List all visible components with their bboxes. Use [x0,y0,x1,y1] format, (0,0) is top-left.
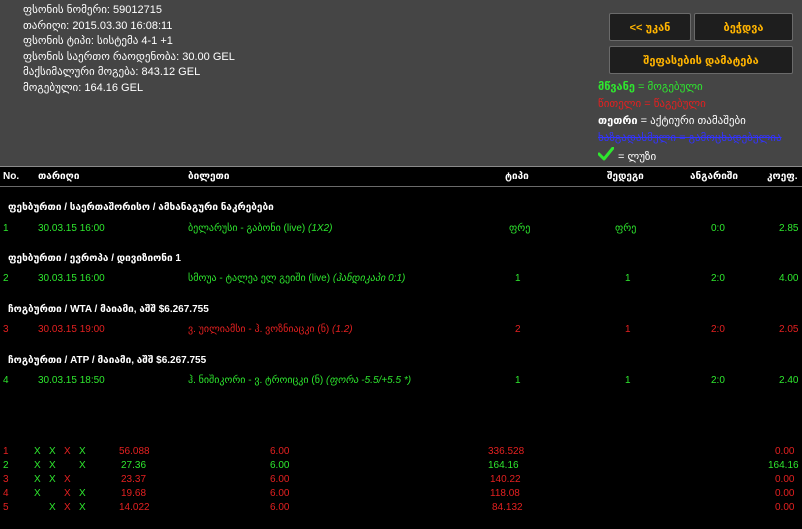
ticket-date-row: თარიღი: 2015.03.30 16:08:11 [23,19,173,32]
combo-row-1: 1 X X X X 56.088 6.00 336.528 0.00 [3,446,795,457]
bet-row-2: 2 30.03.15 16:00 სმოუა - ტალეა ელ გეიში … [3,273,799,284]
rate-button[interactable]: შეფასების დამატება [609,46,793,74]
ticket-type: სისტემა 4-1 +1 [97,35,173,47]
col-odds: კოეფ. [767,171,798,182]
col-event: ბილეთი [188,171,230,182]
combo-row-5: 5 X X X 14.022 6.00 84.132 0.00 [3,502,795,513]
section-title: ფეხბურთი / საერთაშორისო / ამხანაგური ნაკ… [8,202,274,213]
ticket-max-win: 843.12 GEL [141,66,201,78]
legend-void: = ლუზი [597,146,782,167]
ticket-info-panel: ფსონის ნომერი: 59012715 თარიღი: 2015.03.… [0,0,802,167]
ticket-info: ფსონის ნომერი: 59012715 თარიღი: 2015.03.… [23,3,235,96]
legend-active: თეთრი = აქტიური თამაშები [598,115,746,127]
section-title: ჩოგბურთი / WTA / მაიამი, აშშ $6.267.755 [8,304,209,315]
col-score: ანგარიში [690,171,739,182]
bet-row-1: 1 30.03.15 16:00 ბელარუსი - გაბონი (live… [3,223,799,234]
bet-row-4: 4 30.03.15 18:50 ჰ. ნიშიკორი - ვ. ტროიცკ… [3,375,799,386]
ticket-number: 59012715 [113,4,162,16]
combo-row-4: 4 X X X 19.68 6.00 118.08 0.00 [3,488,795,499]
ticket-stake: 30.00 GEL [182,50,235,63]
system-combinations: 1 X X X X 56.088 6.00 336.528 0.00 2 X X… [0,446,802,516]
combo-row-3: 3 X X X 23.37 6.00 140.22 0.00 [3,474,795,485]
ticket-won-row: მოგებული: 164.16 GEL [23,81,144,94]
legend-won: მწვანე = მოგებული [598,81,703,93]
section-title: ჩოგბურთი / ATP / მაიამი, აშშ $6.267.755 [8,355,207,366]
combo-row-2: 2 X X X 27.36 6.00 164.16 164.16 [3,460,799,471]
ticket-number-row: ფსონის ნომერი: 59012715 [23,4,162,16]
ticket-max-win-row: მაქსიმალური მოგება: 843.12 GEL [23,66,201,78]
legend-lost: წითელი = წაგებული [598,98,706,110]
bets-table-header: No. თარიღი ბილეთი ტიპი შედეგი ანგარიში კ… [0,167,802,187]
ticket-type-row: ფსონის ტიპი: სისტემა 4-1 +1 [23,35,173,47]
status-legend: მწვანე = მოგებული წითელი = წაგებული თეთრ… [597,79,782,167]
ticket-stake-row: ფსონის საერთო რაოდენობა: 30.00 GEL [23,50,235,63]
back-button[interactable]: << უკან [609,13,691,41]
legend-cancelled: ხაზგადასმული = გამოცხადებულია [598,132,782,144]
col-date: თარიღი [38,171,80,182]
col-result: შედეგი [607,171,644,182]
ticket-won: 164.16 GEL [84,81,144,94]
ticket-date: 2015.03.30 16:08:11 [72,19,173,32]
col-no: No. [3,171,20,182]
section-title: ფეხბურთი / ევროპა / დივიზიონი 1 [8,253,181,264]
col-type: ტიპი [505,171,529,182]
print-button[interactable]: ბეჭდვა [694,13,793,41]
bet-row-3: 3 30.03.15 19:00 ვ. უილიამსი - ჰ. ვოზნია… [3,324,799,335]
checkmark-icon [597,146,615,167]
